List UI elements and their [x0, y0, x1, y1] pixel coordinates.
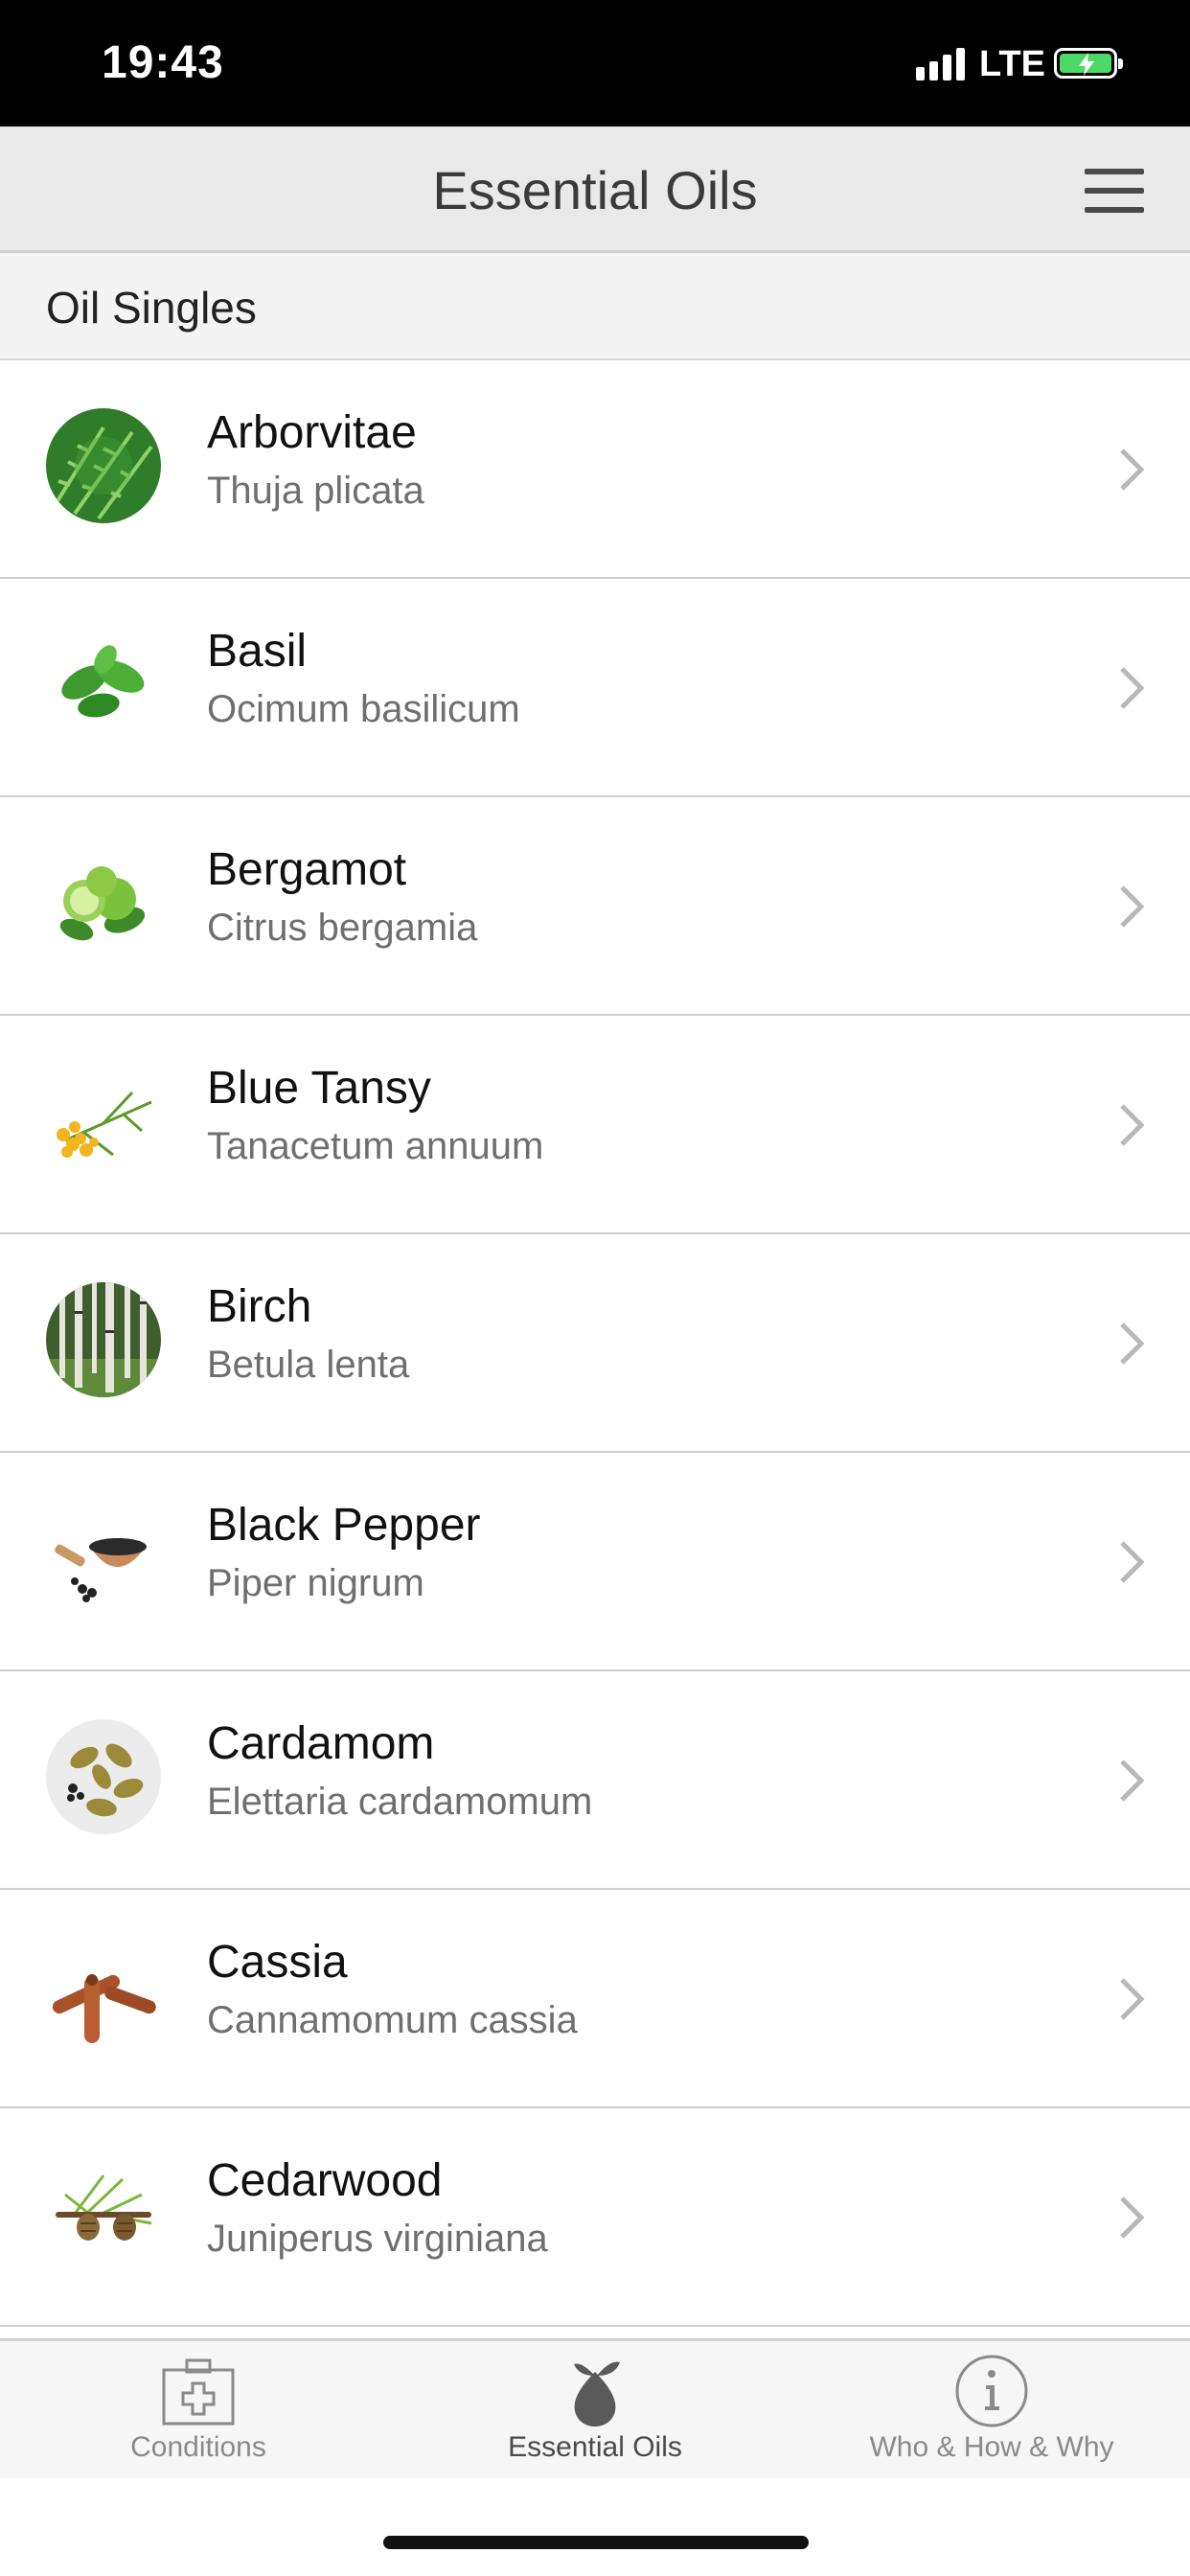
chevron-right-icon	[1120, 448, 1145, 491]
chevron-right-icon	[1120, 667, 1145, 709]
oil-row-birch[interactable]: Birch Betula lenta	[0, 1234, 1190, 1453]
oil-latin-name: Citrus bergamia	[207, 907, 478, 949]
page-title: Essential Oils	[432, 160, 758, 220]
chevron-right-icon	[1120, 1760, 1145, 1802]
section-header: Oil Singles	[0, 253, 1190, 360]
tansy-flower-thumbnail	[46, 1064, 161, 1179]
oil-latin-name: Thuja plicata	[207, 470, 424, 512]
oil-row-cardamom[interactable]: Cardamom Elettaria cardamomum	[0, 1671, 1190, 1890]
basil-leaves-thumbnail	[46, 627, 161, 742]
oil-row-blue-tansy[interactable]: Blue Tansy Tanacetum annuum	[0, 1016, 1190, 1234]
oil-name: Blue Tansy	[207, 1063, 431, 1114]
oil-row-bergamot[interactable]: Bergamot Citrus bergamia	[0, 797, 1190, 1016]
oil-drop-leaf-icon	[574, 2361, 620, 2426]
chevron-right-icon	[1120, 1978, 1145, 2020]
tab-label: Conditions	[130, 2431, 266, 2463]
birch-forest-thumbnail	[46, 1282, 161, 1397]
chevron-right-icon	[1120, 1322, 1145, 1365]
oil-latin-name: Piper nigrum	[207, 1562, 424, 1604]
oil-row-black-pepper[interactable]: Black Pepper Piper nigrum	[0, 1453, 1190, 1671]
peppercorn-bowl-thumbnail	[46, 1501, 161, 1616]
network-type: LTE	[979, 44, 1045, 84]
tab-essential-oils[interactable]: Essential Oils	[397, 2341, 793, 2481]
arborvitae-leaf-thumbnail	[46, 408, 161, 523]
oil-list: Arborvitae Thuja plicata Basil Ocimum ba…	[0, 360, 1190, 2338]
oil-name: Birch	[207, 1281, 312, 1332]
tab-label: Who & How & Why	[869, 2431, 1114, 2463]
first-aid-kit-icon	[162, 2358, 235, 2426]
chevron-right-icon	[1120, 1104, 1145, 1146]
oil-latin-name: Cannamomum cassia	[207, 1999, 578, 2041]
status-bar: 19:43 LTE	[0, 0, 1190, 126]
oil-row-cassia[interactable]: Cassia Cannamomum cassia	[0, 1890, 1190, 2108]
tab-who-how-why[interactable]: Who & How & Why	[793, 2341, 1190, 2481]
oil-latin-name: Elettaria cardamomum	[207, 1781, 593, 1823]
app-screen: 19:43 LTE Essential Oils Oil Singles Arb…	[0, 0, 1190, 2576]
oil-name: Basil	[207, 626, 308, 677]
oil-name: Arborvitae	[207, 407, 417, 458]
oil-name: Bergamot	[207, 844, 407, 895]
cedar-cones-thumbnail	[46, 2156, 161, 2271]
home-indicator[interactable]	[383, 2536, 809, 2549]
oil-latin-name: Tanacetum annuum	[207, 1125, 544, 1167]
oil-latin-name: Juniperus virginiana	[207, 2218, 548, 2260]
cardamom-pods-thumbnail	[46, 1719, 161, 1834]
oil-latin-name: Ocimum basilicum	[207, 688, 520, 730]
oil-name: Cedarwood	[207, 2155, 443, 2206]
status-time: 19:43	[102, 37, 224, 88]
home-indicator-area	[0, 2478, 1190, 2576]
oil-row-arborvitae[interactable]: Arborvitae Thuja plicata	[0, 360, 1190, 579]
tab-label: Essential Oils	[508, 2431, 682, 2463]
chevron-right-icon	[1120, 2196, 1145, 2239]
tab-bar: Conditions Essential Oils Who & How & Wh…	[0, 2338, 1190, 2478]
cinnamon-sticks-thumbnail	[46, 1938, 161, 2053]
navigation-bar: Essential Oils	[0, 126, 1190, 253]
chevron-right-icon	[1120, 1541, 1145, 1583]
oil-row-basil[interactable]: Basil Ocimum basilicum	[0, 579, 1190, 797]
oil-latin-name: Betula lenta	[207, 1344, 410, 1386]
hamburger-menu-icon[interactable]	[1085, 169, 1144, 213]
oil-name: Cassia	[207, 1937, 348, 1988]
battery-charging-icon	[1054, 48, 1123, 79]
signal-bars-icon	[916, 48, 966, 80]
oil-name: Cardamom	[207, 1718, 435, 1769]
section-title: Oil Singles	[46, 283, 257, 333]
info-circle-icon	[955, 2355, 1028, 2427]
oil-row-cedarwood[interactable]: Cedarwood Juniperus virginiana	[0, 2108, 1190, 2327]
tab-conditions[interactable]: Conditions	[0, 2341, 397, 2481]
chevron-right-icon	[1120, 886, 1145, 928]
bergamot-citrus-thumbnail	[46, 845, 161, 960]
oil-name: Black Pepper	[207, 1500, 481, 1551]
